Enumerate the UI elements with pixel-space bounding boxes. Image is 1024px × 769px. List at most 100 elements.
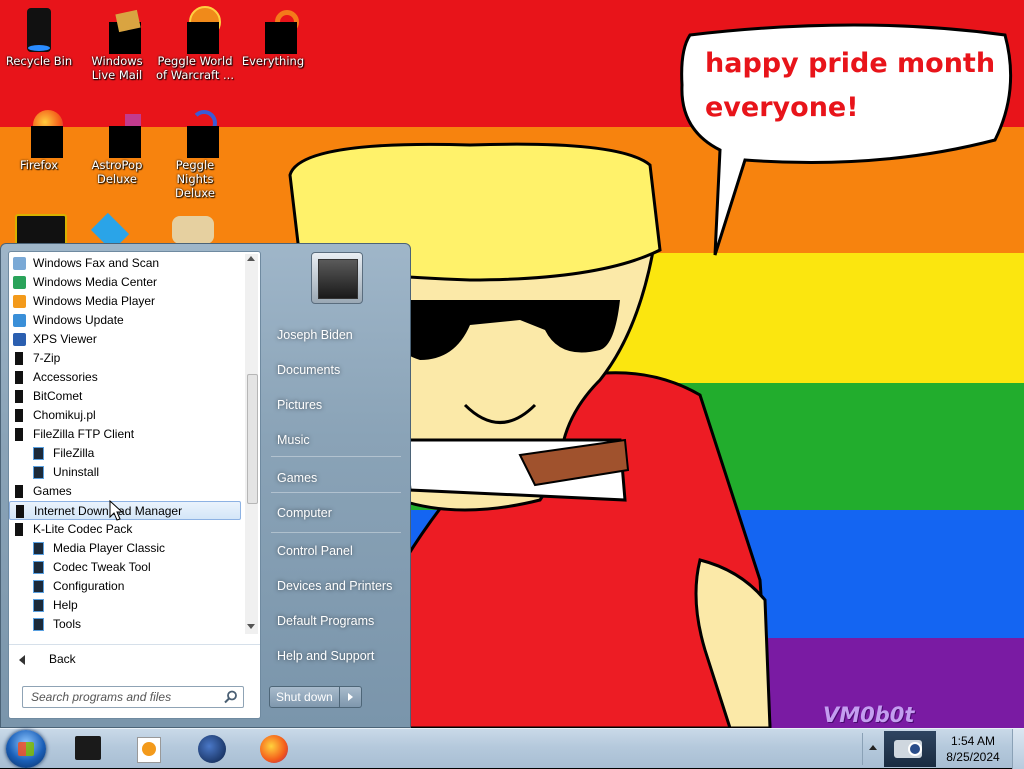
watermark: VM0b0t <box>823 703 915 727</box>
scroll-up-arrow-icon[interactable] <box>247 256 255 261</box>
program-item[interactable]: Codec Tweak Tool <box>9 558 241 577</box>
start-menu-link[interactable]: Documents <box>277 363 340 377</box>
program-item[interactable]: Uninstall <box>9 463 241 482</box>
shutdown-label: Shut down <box>276 690 333 704</box>
desktop-icon-firefox[interactable]: Firefox <box>0 110 78 172</box>
desktop-icon-label: Firefox <box>19 158 59 172</box>
program-item[interactable]: Windows Media Center <box>9 273 241 292</box>
programs-scrollbar[interactable] <box>245 254 258 634</box>
program-item[interactable]: Windows Update <box>9 311 241 330</box>
start-menu-link[interactable]: Control Panel <box>277 544 353 558</box>
desktop-icon-label: Peggle World of Warcraft ... <box>156 54 234 82</box>
taskbar-pin-firefox[interactable] <box>256 733 292 765</box>
windows-update-icon <box>13 314 26 327</box>
media-center-icon <box>13 276 26 289</box>
clock[interactable]: 1:54 AM 8/25/2024 <box>938 733 1008 767</box>
tray-webcam[interactable] <box>884 731 936 767</box>
show-desktop-button[interactable] <box>1012 729 1024 769</box>
program-item[interactable]: Media Player Classic <box>9 539 241 558</box>
program-item[interactable]: BitComet <box>9 387 241 406</box>
start-menu-link[interactable]: Computer <box>277 506 332 520</box>
clock-time: 1:54 AM <box>950 734 996 748</box>
program-item[interactable]: K-Lite Codec Pack <box>9 520 241 539</box>
program-label: Tools <box>53 617 82 631</box>
program-label: Uninstall <box>53 465 100 479</box>
start-menu-link[interactable]: Devices and Printers <box>277 579 392 593</box>
program-item[interactable]: XPS Viewer <box>9 330 241 349</box>
program-item[interactable]: Windows Fax and Scan <box>9 254 241 273</box>
peggle-nights-icon <box>173 110 219 158</box>
taskbar-pin-steam[interactable] <box>194 733 230 765</box>
user-picture[interactable] <box>311 252 363 304</box>
shutdown-options-button[interactable] <box>340 686 362 708</box>
app-icon <box>33 561 44 574</box>
clock-date: 8/25/2024 <box>946 750 1000 764</box>
user-avatar <box>318 259 358 299</box>
desktop-icon-everything[interactable]: Everything <box>234 6 312 68</box>
desktop-icon-peggle-wow[interactable]: Peggle World of Warcraft ... <box>156 6 234 82</box>
program-item[interactable]: 7-Zip <box>9 349 241 368</box>
program-item[interactable]: Chomikuj.pl <box>9 406 241 425</box>
windows-logo-icon <box>18 742 34 756</box>
webcam-icon <box>894 740 922 758</box>
desktop-icon-label: Windows Live Mail <box>91 54 143 82</box>
media-player-icon <box>137 737 161 763</box>
folder-icon <box>15 409 23 422</box>
program-label: Accessories <box>33 370 98 384</box>
desktop-icon-peggle-nights[interactable]: Peggle Nights Deluxe <box>156 110 234 200</box>
back-button[interactable]: Back <box>9 644 260 675</box>
start-menu-link[interactable]: Joseph Biden <box>277 328 353 342</box>
program-label: 7-Zip <box>33 351 61 365</box>
search-input[interactable]: Search programs and files <box>22 686 244 708</box>
app-icon <box>33 447 44 460</box>
desktop-icon-partial-3[interactable] <box>172 216 214 244</box>
app-icon <box>33 599 44 612</box>
menu-separator <box>271 456 401 457</box>
program-label: Help <box>53 598 78 612</box>
desktop-icon-windows-live-mail[interactable]: Windows Live Mail <box>78 6 156 82</box>
windows-live-mail-icon <box>95 6 141 54</box>
taskbar-pin-terminal[interactable] <box>70 733 106 765</box>
astropop-icon <box>95 110 141 158</box>
shutdown-button[interactable]: Shut down <box>269 686 340 708</box>
folder-icon <box>16 505 24 518</box>
program-item[interactable]: Internet Download Manager <box>9 501 241 520</box>
speech-line-1: happy pride month <box>705 48 996 79</box>
show-hidden-icons-button[interactable] <box>866 741 880 755</box>
folder-icon <box>15 352 23 365</box>
app-icon <box>33 580 44 593</box>
start-button[interactable] <box>6 730 46 768</box>
start-menu-link[interactable]: Music <box>277 433 310 447</box>
scroll-down-arrow-icon[interactable] <box>247 624 255 629</box>
start-menu-link[interactable]: Help and Support <box>277 649 374 663</box>
program-item[interactable]: Help <box>9 596 241 615</box>
start-menu-link[interactable]: Pictures <box>277 398 322 412</box>
program-label: Codec Tweak Tool <box>53 560 151 574</box>
tray-separator <box>862 733 863 765</box>
program-label: FileZilla FTP Client <box>33 427 135 441</box>
start-menu-right-pane: Joseph Biden Documents Pictures Music Games C… <box>263 244 411 728</box>
program-item[interactable]: Windows Media Player <box>9 292 241 311</box>
taskbar-pin-media-player[interactable] <box>130 733 166 765</box>
program-label: Windows Fax and Scan <box>33 256 160 270</box>
program-item[interactable]: Tools <box>9 615 241 634</box>
program-item[interactable]: FileZilla <box>9 444 241 463</box>
app-icon <box>33 542 44 555</box>
program-item[interactable]: Accessories <box>9 368 241 387</box>
program-item[interactable]: FileZilla FTP Client <box>9 425 241 444</box>
program-item[interactable]: Configuration <box>9 577 241 596</box>
program-label: BitComet <box>33 389 83 403</box>
desktop-icon-label: Everything <box>241 54 305 68</box>
start-menu-link[interactable]: Default Programs <box>277 614 374 628</box>
program-label: Games <box>33 484 72 498</box>
folder-icon <box>15 523 23 536</box>
start-menu-link[interactable]: Games <box>277 471 317 485</box>
program-label: Windows Media Center <box>33 275 158 289</box>
scrollbar-thumb[interactable] <box>247 374 258 504</box>
search-icon[interactable] <box>224 690 238 704</box>
desktop-icon-astropop[interactable]: AstroPop Deluxe <box>78 110 156 186</box>
desktop-icon-recycle-bin[interactable]: Recycle Bin <box>0 6 78 68</box>
desktop-icon-partial-1[interactable] <box>15 214 67 246</box>
peggle-wow-icon <box>173 6 221 54</box>
program-item[interactable]: Games <box>9 482 241 501</box>
